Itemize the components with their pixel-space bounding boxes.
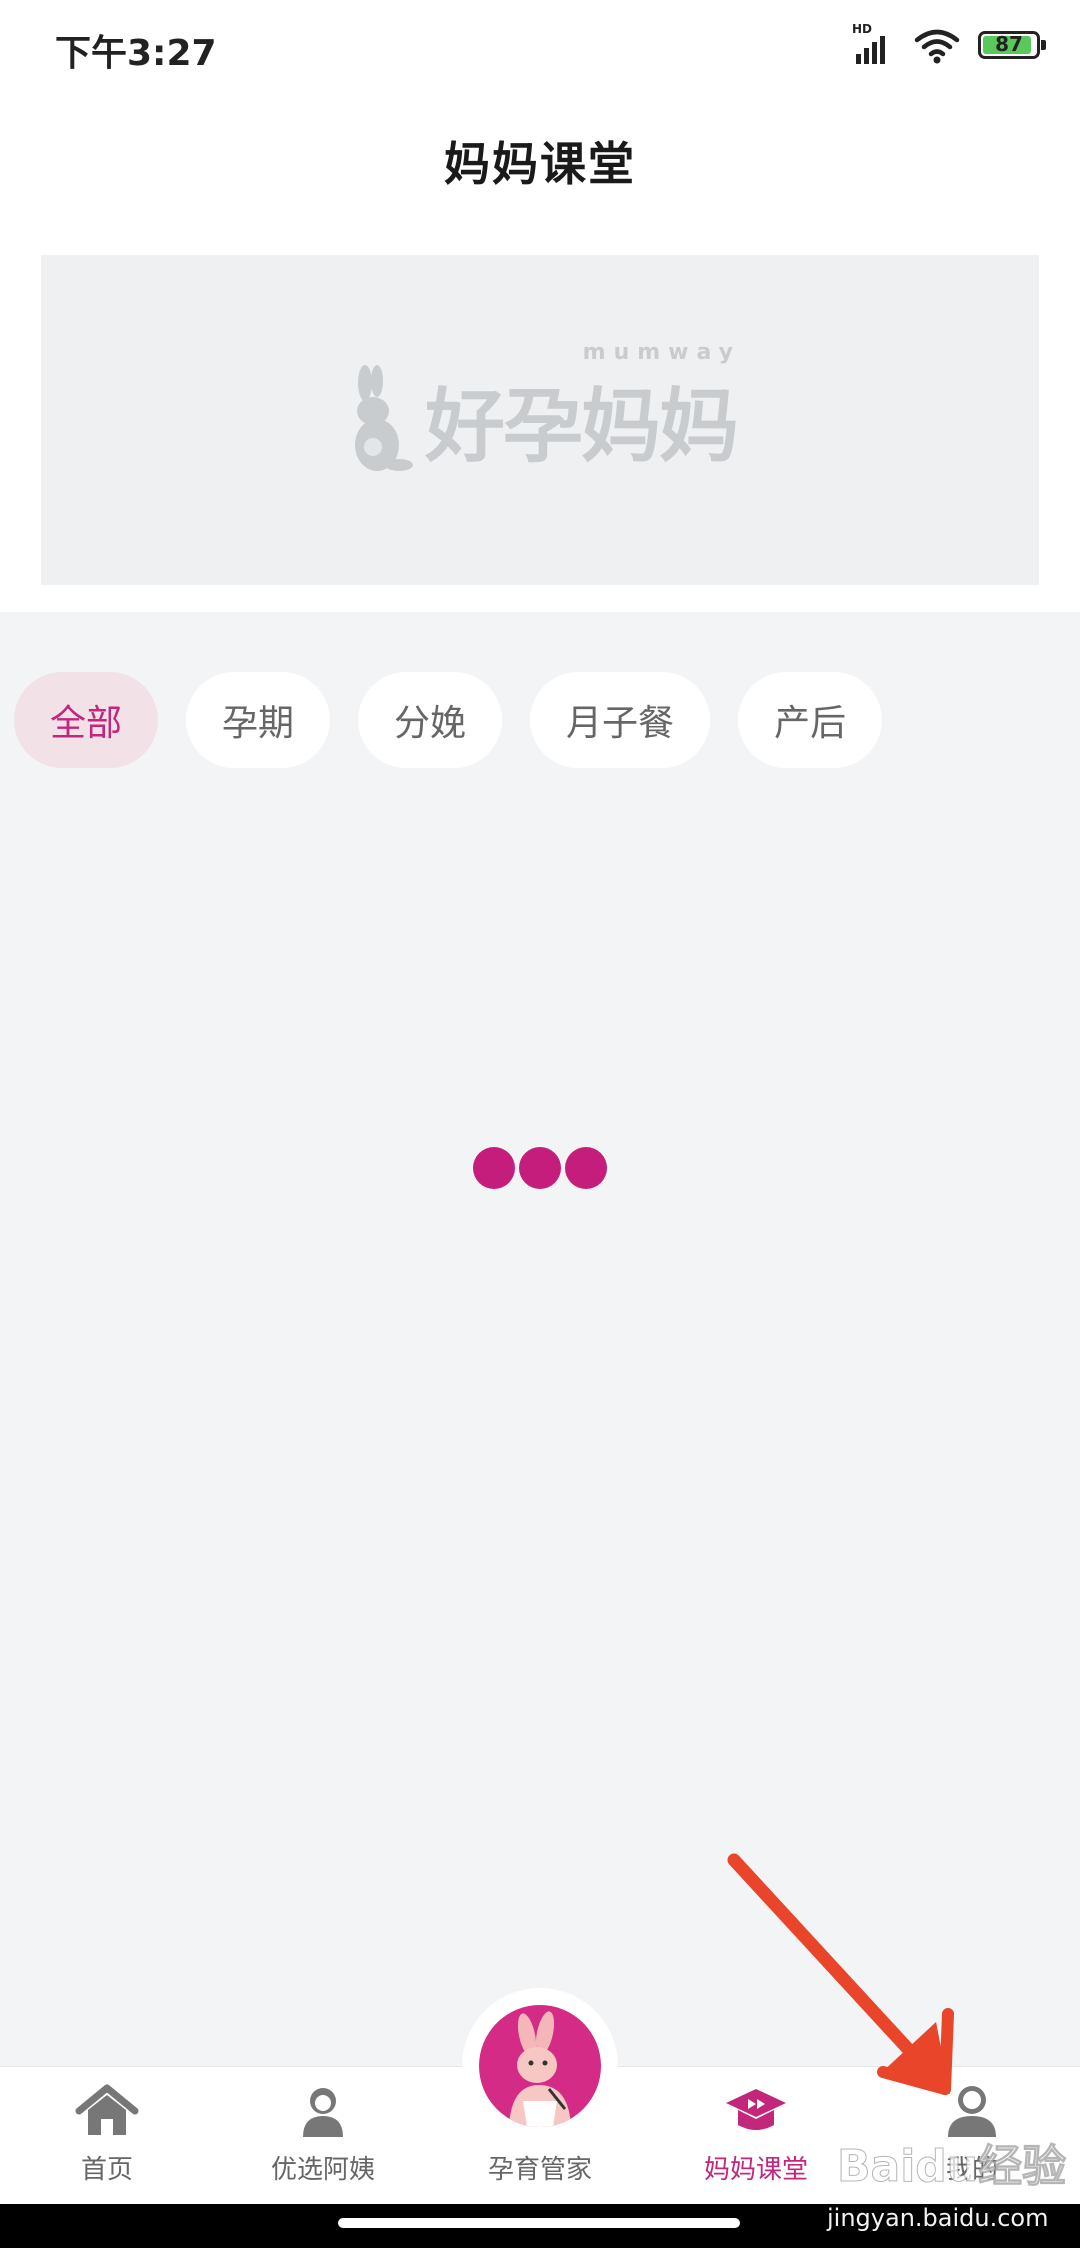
tab-delivery[interactable]: 分娩 xyxy=(358,672,503,768)
tab-label: 全部 xyxy=(50,703,123,744)
battery-icon: 87 xyxy=(978,31,1046,59)
kangaroo-mascot-icon xyxy=(479,2005,601,2127)
home-indicator[interactable] xyxy=(338,2218,740,2228)
tab-label: 分娩 xyxy=(394,703,467,744)
loading-indicator xyxy=(473,1147,607,1189)
baidu-watermark: Baidu经验 jingyan.baidu.com xyxy=(827,2118,1067,2233)
cellular-signal-icon: HD xyxy=(852,22,896,64)
nav-label: 首页 xyxy=(80,2155,133,2185)
tab-confinement-meals[interactable]: 月子餐 xyxy=(530,672,711,768)
nav-item-home[interactable]: 首页 xyxy=(17,2067,197,2205)
loading-dot xyxy=(519,1147,561,1189)
category-tabs: 全部 孕期 分娩 月子餐 产后 xyxy=(14,672,883,768)
banner[interactable]: 好孕妈妈 mumway xyxy=(41,255,1039,585)
logo-subtext: mumway xyxy=(582,340,741,365)
status-bar: 下午3:27 HD 87 xyxy=(0,0,1080,90)
kangaroo-logo-icon xyxy=(355,365,413,471)
butler-center-button[interactable] xyxy=(462,1988,618,2144)
nav-item-mom-class[interactable]: 妈妈课堂 xyxy=(666,2067,846,2205)
battery-level: 87 xyxy=(995,32,1023,56)
network-badge: HD xyxy=(852,22,873,36)
tab-label: 产后 xyxy=(774,703,847,744)
tab-label: 孕期 xyxy=(222,703,295,744)
logo-text: 好孕妈妈 xyxy=(425,380,739,473)
tab-pregnancy[interactable]: 孕期 xyxy=(186,672,331,768)
loading-dot xyxy=(473,1147,515,1189)
graduation-cap-icon xyxy=(726,2089,786,2130)
nav-label: 孕育管家 xyxy=(487,2155,592,2185)
tab-label: 月子餐 xyxy=(566,703,675,744)
page-title: 妈妈课堂 xyxy=(444,137,636,191)
watermark-brand: Baidu经验 xyxy=(836,2141,1067,2193)
nav-item-nanny[interactable]: 优选阿姨 xyxy=(233,2067,413,2205)
status-time: 下午3:27 xyxy=(55,33,217,74)
loading-dot xyxy=(565,1147,607,1189)
nav-label: 妈妈课堂 xyxy=(703,2155,808,2185)
nanny-icon xyxy=(303,2088,343,2137)
nav-label: 优选阿姨 xyxy=(270,2155,375,2185)
tab-all[interactable]: 全部 xyxy=(14,672,159,768)
wifi-icon xyxy=(914,29,960,64)
home-icon xyxy=(75,2084,139,2135)
tab-postpartum[interactable]: 产后 xyxy=(738,672,883,768)
watermark-site: jingyan.baidu.com xyxy=(827,2204,1049,2232)
status-icons: HD 87 xyxy=(852,22,1046,64)
brand-logo: 好孕妈妈 mumway xyxy=(343,340,739,478)
